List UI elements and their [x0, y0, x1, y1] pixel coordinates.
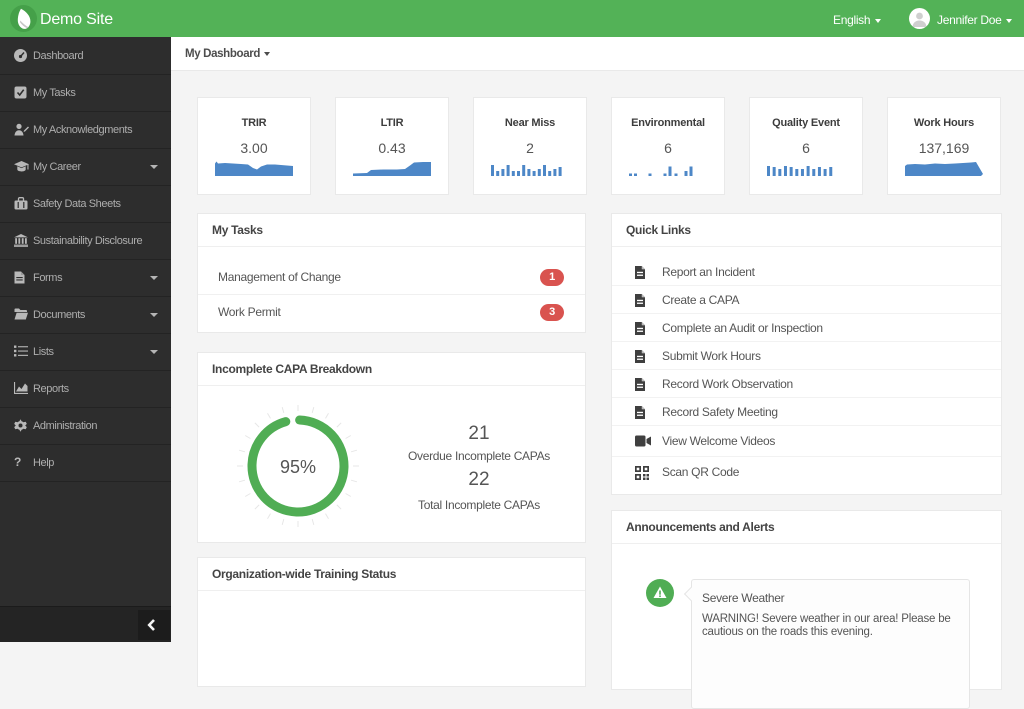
svg-text:95%: 95% [280, 457, 316, 477]
